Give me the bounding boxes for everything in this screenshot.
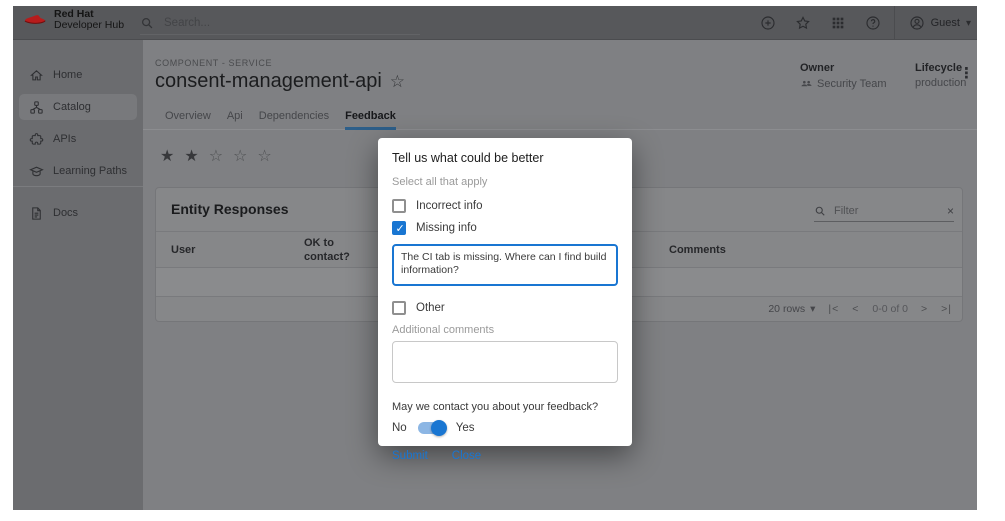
toggle-on-label: Yes [456, 422, 475, 434]
toggle-off-label: No [392, 422, 407, 434]
kebab-menu-icon[interactable]: ⋮ [959, 64, 974, 82]
sidebar: Home Catalog APIs Learning Paths Docs [13, 40, 143, 510]
checkbox-incorrect-info[interactable]: Incorrect info [392, 195, 618, 217]
search-underline [140, 34, 420, 35]
modal-actions: Submit Close [392, 450, 618, 462]
home-icon [29, 68, 44, 83]
rating-star-empty-icon[interactable]: ☆ [233, 148, 247, 166]
tab-api[interactable]: Api [227, 110, 243, 130]
starred-icon[interactable] [795, 15, 811, 31]
checkbox-checked-icon [392, 221, 406, 235]
apis-icon [29, 132, 44, 147]
checkbox-unchecked-icon [392, 301, 406, 315]
redhat-logo[interactable]: Red Hat Developer Hub [23, 9, 124, 31]
last-page-icon[interactable]: >| [941, 303, 952, 315]
search-icon [140, 16, 154, 30]
card-title: Entity Responses [171, 201, 288, 217]
search-input[interactable] [162, 16, 392, 30]
column-header-comments[interactable]: Comments [669, 243, 726, 257]
docs-icon [29, 206, 44, 221]
sidebar-item-apis[interactable]: APIs [19, 126, 137, 152]
sidebar-item-label: APIs [53, 133, 76, 145]
entity-tabs: Overview Api Dependencies Feedback [165, 110, 396, 130]
sidebar-item-label: Learning Paths [53, 165, 127, 177]
logo-text: Red Hat Developer Hub [54, 9, 124, 31]
logo-line2: Developer Hub [54, 20, 124, 31]
checkbox-unchecked-icon [392, 199, 406, 213]
tab-feedback[interactable]: Feedback [345, 110, 396, 130]
sidebar-item-catalog[interactable]: Catalog [19, 94, 137, 120]
sidebar-divider [13, 186, 143, 187]
create-icon[interactable] [760, 15, 776, 31]
apps-grid-icon[interactable] [830, 15, 846, 31]
group-icon [800, 77, 813, 90]
rating-star-filled-icon[interactable]: ★ [184, 148, 198, 166]
sidebar-item-learning-paths[interactable]: Learning Paths [19, 158, 137, 184]
filter-underline [814, 221, 954, 222]
topbar-actions [760, 6, 881, 40]
additional-comments-label: Additional comments [392, 324, 618, 336]
redhat-fedora-icon [23, 12, 47, 28]
table-pagination: 20 rows ▾ |< < 0-0 of 0 > >| [768, 297, 952, 321]
feedback-modal: Tell us what could be better Select all … [378, 138, 632, 446]
chevron-down-icon: ▾ [966, 18, 971, 29]
pagination-range: 0-0 of 0 [872, 303, 908, 315]
star-rating: ★ ★ ☆ ☆ ☆ [160, 148, 272, 166]
column-header-user[interactable]: User [171, 243, 195, 257]
sidebar-item-label: Docs [53, 207, 78, 219]
checkbox-label: Other [416, 302, 445, 314]
rows-caret-icon: ▾ [810, 303, 815, 315]
filter-search-icon [814, 205, 826, 217]
checkbox-other[interactable]: Other [392, 297, 618, 319]
contact-question: May we contact you about your feedback? [392, 401, 618, 413]
clear-filter-icon[interactable]: × [947, 204, 954, 218]
column-header-ok-to-contact[interactable]: OK to contact? [304, 236, 364, 264]
first-page-icon[interactable]: |< [828, 303, 839, 315]
entity-title: consent-management-api [155, 70, 382, 93]
favorite-star-icon[interactable]: ☆ [390, 72, 405, 92]
owner-value-row[interactable]: Security Team [800, 77, 887, 90]
contact-toggle-row: No Yes [392, 422, 618, 434]
owner-value: Security Team [817, 78, 887, 90]
modal-section-label: Select all that apply [392, 176, 618, 188]
learning-paths-icon [29, 164, 44, 179]
tab-overview[interactable]: Overview [165, 110, 211, 130]
sidebar-item-label: Home [53, 69, 82, 81]
global-search [140, 6, 422, 40]
next-page-icon[interactable]: > [921, 303, 928, 315]
owner-meta: Owner Security Team [800, 62, 887, 90]
contact-toggle-switch[interactable] [418, 422, 445, 434]
help-icon[interactable] [865, 15, 881, 31]
feedback-textarea[interactable]: The CI tab is missing. Where can I find … [392, 244, 618, 286]
owner-label: Owner [800, 62, 887, 74]
tab-dependencies[interactable]: Dependencies [259, 110, 329, 130]
page-title: consent-management-api ☆ [155, 70, 405, 93]
checkbox-label: Missing info [416, 222, 477, 234]
sidebar-item-docs[interactable]: Docs [19, 200, 137, 226]
filter-input[interactable] [832, 204, 932, 218]
rating-star-filled-icon[interactable]: ★ [160, 148, 174, 166]
close-button[interactable]: Close [452, 450, 481, 462]
additional-comments-textarea[interactable] [392, 341, 618, 383]
submit-button[interactable]: Submit [392, 450, 428, 462]
prev-page-icon[interactable]: < [852, 303, 859, 315]
account-icon [909, 15, 925, 31]
user-name: Guest [931, 17, 960, 29]
breadcrumb: COMPONENT - SERVICE [155, 58, 272, 68]
rows-per-page-value: 20 rows [768, 303, 805, 315]
toggle-knob [431, 420, 447, 436]
user-menu[interactable]: Guest ▾ [894, 6, 971, 40]
table-filter: × [814, 204, 954, 222]
topbar: Red Hat Developer Hub Gues [13, 6, 977, 40]
modal-title: Tell us what could be better [392, 151, 618, 165]
rating-star-empty-icon[interactable]: ☆ [257, 148, 271, 166]
sidebar-item-label: Catalog [53, 101, 91, 113]
catalog-icon [29, 100, 44, 115]
sidebar-item-home[interactable]: Home [19, 62, 137, 88]
rows-per-page-select[interactable]: 20 rows ▾ [768, 303, 815, 315]
checkbox-label: Incorrect info [416, 200, 482, 212]
app-window: Red Hat Developer Hub Gues [13, 6, 977, 510]
checkbox-missing-info[interactable]: Missing info [392, 217, 618, 239]
rating-star-empty-icon[interactable]: ☆ [209, 148, 223, 166]
